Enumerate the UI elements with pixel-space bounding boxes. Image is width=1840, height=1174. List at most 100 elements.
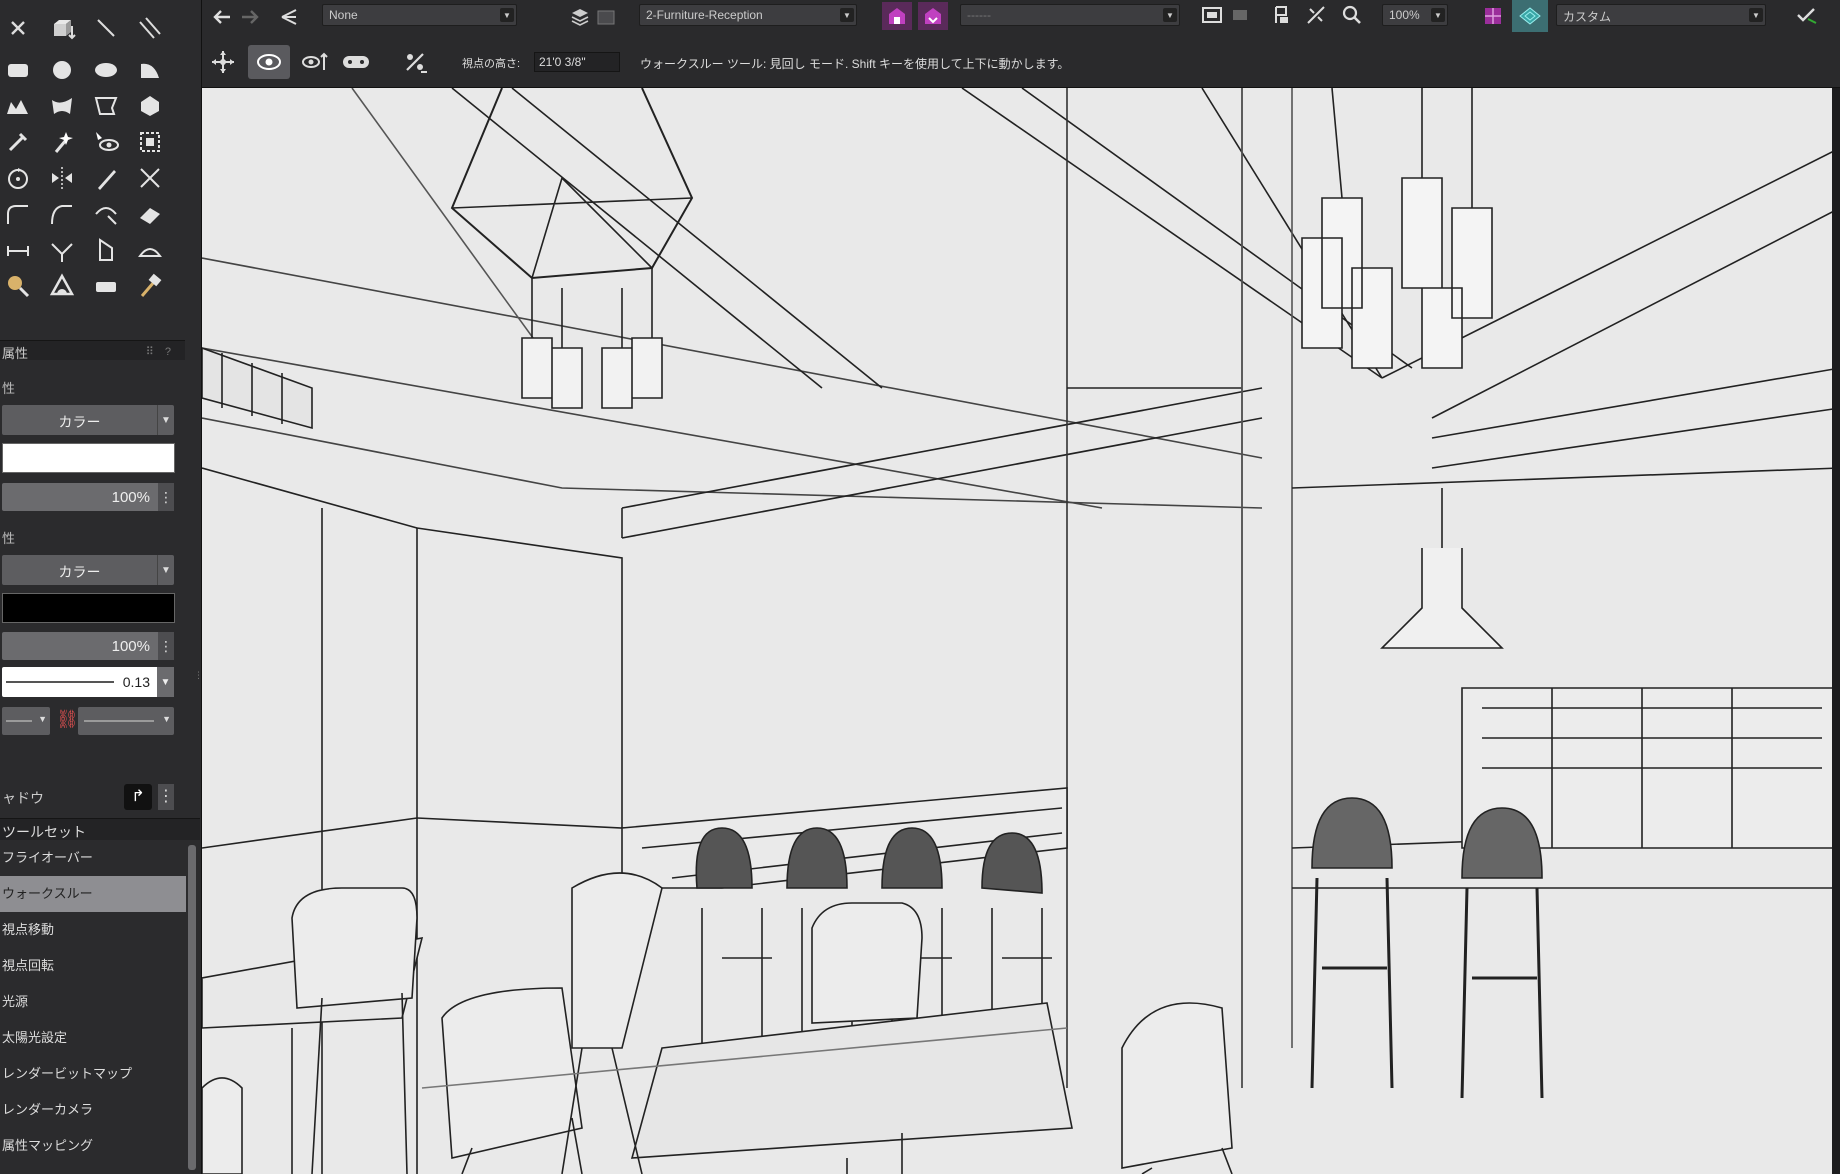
offset-tool-icon[interactable] (88, 198, 124, 230)
eraser-tool-icon[interactable] (132, 198, 168, 230)
fillet-tool-icon[interactable] (0, 198, 36, 230)
toolset-item-sun-settings[interactable]: 太陽光設定 (0, 1020, 186, 1056)
chevron-down-icon: ▼ (500, 8, 514, 22)
chamfer-tool-icon[interactable] (44, 198, 80, 230)
magic-wand-tool-icon[interactable] (44, 126, 80, 158)
link-markers-icon[interactable]: ⛓ (56, 709, 79, 733)
render-mode-dropdown-value: カスタム (1563, 10, 1612, 24)
eye-height-mode-icon[interactable] (298, 45, 332, 79)
checkmark-icon[interactable] (1792, 2, 1820, 28)
zoom-tool-icon[interactable] (0, 270, 36, 302)
layer-options-icon[interactable] (592, 4, 620, 30)
page-view-icon[interactable] (1198, 2, 1226, 28)
saved-view-dropdown-value: ------ (967, 8, 991, 22)
dimension-tool-icon[interactable] (0, 234, 36, 266)
move-mode-icon[interactable] (206, 45, 240, 79)
layers-icon[interactable] (566, 4, 594, 30)
toolset-item-flyover[interactable]: フライオーバー (0, 840, 186, 876)
end-marker-dropdown[interactable]: ▼ (78, 707, 174, 735)
pan-icon[interactable] (1302, 2, 1330, 28)
projection-icon[interactable] (1478, 2, 1508, 30)
saved-view-save-icon[interactable] (918, 2, 948, 30)
regular-polygon-tool-icon[interactable] (132, 90, 168, 122)
trim-tool-icon[interactable] (132, 162, 168, 194)
pen-style-dropdown[interactable]: カラー ▼ (2, 555, 174, 585)
attributes-palette-header: 属性 ⠿ ? (0, 340, 185, 361)
toolset-item-light[interactable]: 光源 (0, 984, 186, 1020)
toolset-palette-header: ツールセット (0, 818, 200, 840)
line-markers-row: ▼ ⛓ ▼ (0, 705, 180, 739)
toolset-scrollbar[interactable] (188, 845, 196, 1170)
more-icon[interactable]: ⋮ (158, 784, 174, 810)
toolset-item-render-bitmap[interactable]: レンダービットマップ (0, 1056, 186, 1092)
panel-splitter-handle[interactable]: ⋮ (194, 670, 203, 690)
look-around-mode-icon[interactable] (248, 45, 290, 79)
drop-shadow-row: ャドウ ↱ ⋮ (0, 780, 185, 814)
walkthrough-render-scene (202, 88, 1840, 1174)
protractor-tool-icon[interactable] (44, 270, 80, 302)
zoom-dropdown[interactable]: 100% ▼ (1382, 4, 1448, 26)
saved-view-house-icon[interactable] (882, 2, 912, 30)
toolset-item-translate-view[interactable]: 視点移動 (0, 912, 186, 948)
render-mode-icon[interactable] (1512, 0, 1548, 32)
line-tool-icon[interactable] (88, 12, 124, 44)
freehand-tool-icon[interactable] (44, 90, 80, 122)
push-pull-tool-icon[interactable] (44, 12, 80, 44)
toolset-item-attribute-mapping[interactable]: 属性マッピング (0, 1128, 186, 1164)
more-icon[interactable]: ⋮ (158, 632, 174, 660)
toolset-item-rotate-view[interactable]: 視点回転 (0, 948, 186, 984)
saved-view-dropdown[interactable]: ------ ▼ (960, 4, 1180, 26)
layer-dropdown[interactable]: 2-Furniture-Reception ▼ (639, 4, 857, 26)
visibility-tool-icon[interactable] (88, 126, 124, 158)
close-icon[interactable] (0, 12, 36, 44)
chevron-down-icon: ▼ (157, 555, 174, 585)
polyline-tool-icon[interactable] (0, 90, 36, 122)
chevron-down-icon: ▼ (1749, 8, 1763, 22)
zoom-icon[interactable] (1338, 2, 1366, 28)
forward-arrow-icon[interactable] (236, 4, 264, 30)
gamepad-mode-icon[interactable] (336, 45, 376, 79)
toolset-list: フライオーバー ウォークスルー 視点移動 視点回転 光源 太陽光設定 レンダービ… (0, 840, 186, 1164)
line-weight-dropdown[interactable]: 0.13 ▼ (2, 667, 174, 697)
hammer-tool-icon[interactable] (132, 270, 168, 302)
class-dropdown[interactable]: None ▼ (322, 4, 517, 26)
rotate-tool-icon[interactable] (0, 162, 36, 194)
start-marker-dropdown[interactable]: ▼ (2, 707, 50, 735)
clip-tool-icon[interactable] (88, 234, 124, 266)
fit-view-icon[interactable] (1226, 2, 1254, 28)
rectangle-tool-icon[interactable] (0, 54, 36, 86)
pen-section-label: 性 (2, 531, 16, 546)
fit-objects-icon[interactable] (1268, 2, 1296, 28)
toolset-item-render-camera[interactable]: レンダーカメラ (0, 1092, 186, 1128)
fill-opacity-field[interactable]: 100% ⋮ (2, 483, 174, 511)
arc-tool-icon[interactable] (132, 54, 168, 86)
polygon-tool-icon[interactable] (88, 90, 124, 122)
view-bar: None ▼ 2-Furniture-Reception ▼ ------ ▼ … (202, 0, 1840, 88)
fill-color-swatch[interactable] (2, 443, 175, 473)
shadow-toggle-button[interactable]: ↱ (124, 784, 152, 810)
more-icon[interactable]: ⋮ (158, 483, 174, 511)
split-tool-icon[interactable] (132, 234, 168, 266)
pen-opacity-field[interactable]: 100% ⋮ (2, 632, 174, 660)
pen-color-swatch[interactable] (2, 593, 175, 623)
oval-tool-icon[interactable] (88, 54, 124, 86)
drawing-viewport[interactable] (202, 88, 1840, 1174)
fill-style-dropdown[interactable]: カラー ▼ (2, 405, 174, 435)
selection-box-tool-icon[interactable] (132, 126, 168, 158)
palette-controls-icon[interactable]: ⠿ ? (146, 345, 175, 358)
attributes-title: 属性 (2, 346, 29, 361)
wall-tool-icon[interactable] (88, 270, 124, 302)
back-arrow-icon[interactable] (208, 4, 236, 30)
walkthrough-settings-icon[interactable] (398, 45, 432, 79)
eyedropper-tool-icon[interactable] (0, 126, 36, 158)
chevron-down-icon: ▼ (157, 405, 174, 435)
reshape-tool-icon[interactable] (88, 162, 124, 194)
toolset-item-walkthrough[interactable]: ウォークスルー (0, 876, 186, 912)
render-mode-dropdown[interactable]: カスタム ▼ (1556, 4, 1766, 26)
connect-tool-icon[interactable] (44, 234, 80, 266)
mirror-tool-icon[interactable] (44, 162, 80, 194)
circle-tool-icon[interactable] (44, 54, 80, 86)
class-navigation-icon[interactable] (276, 4, 304, 30)
double-line-tool-icon[interactable] (132, 12, 168, 44)
eye-height-field[interactable]: 21'0 3/8" (534, 52, 620, 72)
